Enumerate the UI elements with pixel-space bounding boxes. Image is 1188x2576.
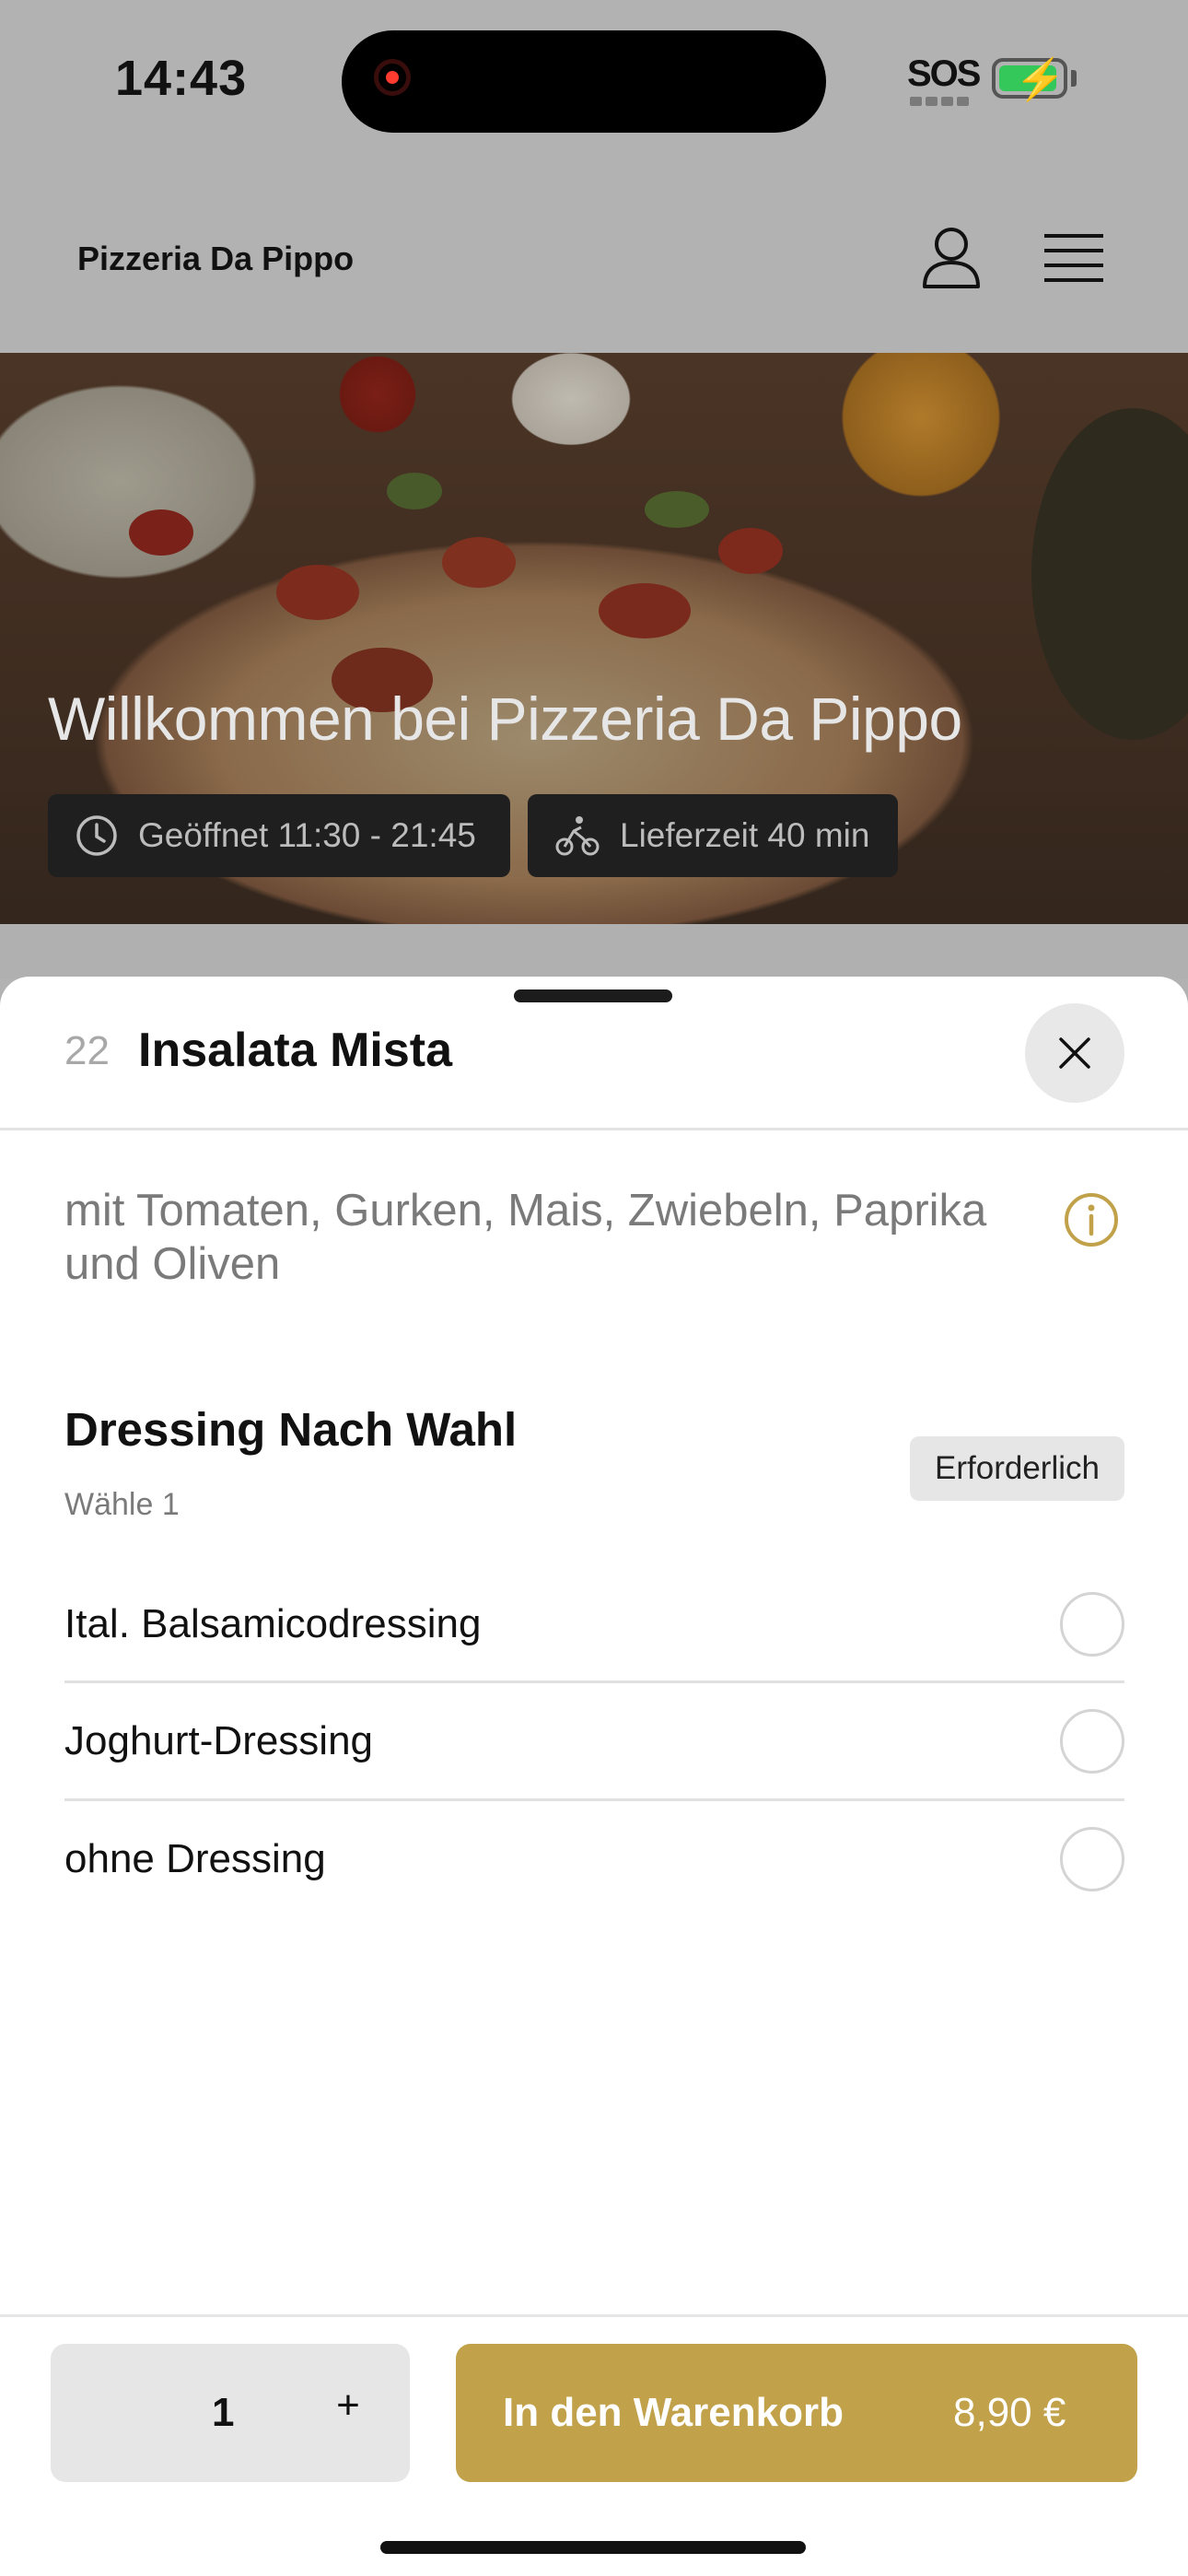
option-balsamico[interactable]: Ital. Balsamicodressing <box>64 1565 1124 1682</box>
signal-dots-icon <box>910 97 971 106</box>
quantity-plus-button[interactable]: + <box>327 2383 369 2438</box>
radio-button[interactable] <box>1060 1591 1124 1657</box>
item-price[interactable]: 8,90 € <box>953 2390 1066 2436</box>
battery-cap <box>1071 70 1077 87</box>
item-number: 22 <box>64 1028 110 1073</box>
recording-icon <box>374 59 411 96</box>
opening-hours-text: Geöffnet 11:30 - 21:45 <box>138 816 476 854</box>
status-time: 14:43 <box>115 51 248 106</box>
close-button[interactable] <box>1025 1003 1124 1103</box>
required-badge: Erforderlich <box>910 1436 1124 1501</box>
restaurant-name[interactable]: Pizzeria Da Pippo <box>77 240 354 278</box>
option-ohne-dressing[interactable]: ohne Dressing <box>64 1800 1124 1917</box>
add-to-cart-label[interactable]: In den Warenkorb <box>503 2390 844 2436</box>
divider <box>0 1128 1188 1130</box>
sheet-grabber[interactable] <box>514 989 672 1002</box>
hero-title: Willkommen bei Pizzeria Da Pippo <box>48 685 962 753</box>
user-icon[interactable] <box>921 226 982 290</box>
dynamic-island <box>342 30 826 133</box>
radio-button[interactable] <box>1060 1708 1124 1774</box>
close-icon <box>1059 1037 1090 1069</box>
charging-bolt-icon: ⚡ <box>1015 57 1066 102</box>
item-title: Insalata Mista <box>138 1024 453 1077</box>
delivery-time-badge: Lieferzeit 40 min <box>528 794 898 877</box>
bicycle-courier-icon <box>555 816 600 856</box>
quantity-value: 1 <box>212 2390 235 2435</box>
sos-indicator: SOS <box>907 53 981 94</box>
radio-button[interactable] <box>1060 1826 1124 1891</box>
footer-divider <box>0 2314 1188 2317</box>
item-description: mit Tomaten, Gurken, Mais, Zwiebeln, Pap… <box>64 1186 987 1289</box>
option-label: Joghurt-Dressing <box>64 1717 374 1763</box>
option-group-title: Dressing Nach Wahl <box>64 1403 518 1456</box>
background-strip <box>0 924 1188 979</box>
info-icon[interactable] <box>1064 1192 1119 1247</box>
option-label: Ital. Balsamicodressing <box>64 1600 482 1646</box>
home-indicator[interactable] <box>380 2541 806 2554</box>
option-joghurt[interactable]: Joghurt-Dressing <box>64 1682 1124 1799</box>
delivery-time-text: Lieferzeit 40 min <box>620 816 870 854</box>
clock-icon <box>76 815 117 856</box>
opening-hours-badge: Geöffnet 11:30 - 21:45 <box>48 794 510 877</box>
hamburger-menu-icon[interactable] <box>1044 232 1103 284</box>
option-label: ohne Dressing <box>64 1835 326 1881</box>
option-group-subtitle: Wähle 1 <box>64 1487 180 1522</box>
